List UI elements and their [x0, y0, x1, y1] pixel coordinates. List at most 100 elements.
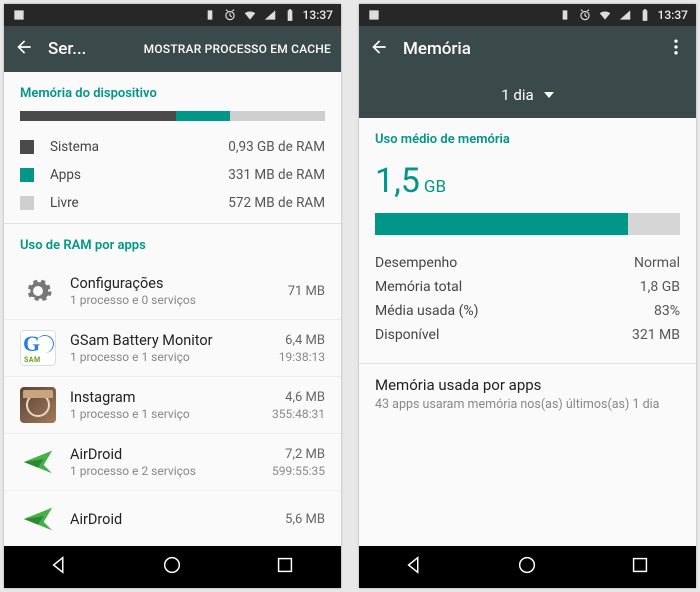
app-name: AirDroid — [70, 446, 272, 463]
signal-icon — [618, 8, 632, 22]
alarm-icon — [578, 8, 592, 22]
gear-icon — [20, 273, 56, 309]
app-name: AirDroid — [70, 511, 285, 528]
picture-icon — [367, 8, 381, 22]
stat-value: 83% — [654, 303, 680, 319]
memory-stats: Desempenho Normal Memória total 1,8 GB M… — [359, 251, 696, 357]
stat-row-avg: Média usada (%) 83% — [375, 299, 680, 323]
legend-label: Sistema — [50, 139, 99, 155]
app-row-airdroid-2[interactable]: AirDroid 5,6 MB — [4, 491, 341, 546]
picture-icon — [12, 8, 26, 22]
bar-segment-system — [20, 111, 176, 121]
legend-row-free: Livre 572 MB de RAM — [20, 189, 325, 217]
stat-label: Média usada (%) — [375, 303, 479, 319]
avg-value-number: 1,5 — [375, 161, 420, 201]
app-time-value: 19:38:13 — [279, 350, 325, 364]
avg-memory-header: Uso médio de memória — [359, 118, 696, 157]
status-time: 13:37 — [303, 8, 333, 22]
legend-value: 572 MB de RAM — [228, 195, 325, 211]
signal-icon — [263, 8, 277, 22]
page-title: Memória — [403, 39, 471, 59]
nav-home-icon[interactable] — [161, 554, 183, 580]
time-range-selector[interactable]: 1 dia — [359, 72, 696, 118]
app-row-gsam[interactable]: GSAM GSam Battery Monitor 1 processo e 1… — [4, 320, 341, 377]
app-mem-value: 7,2 MB — [272, 447, 325, 462]
battery-icon — [283, 8, 297, 22]
legend-value: 331 MB de RAM — [228, 167, 325, 183]
avg-memory-value: 1,5GB — [359, 157, 696, 203]
stat-row-performance: Desempenho Normal — [375, 251, 680, 275]
ram-usage-header: Uso de RAM por apps — [4, 224, 341, 263]
instagram-icon — [20, 387, 56, 423]
app-row-settings[interactable]: Configurações 1 processo e 0 serviços 71… — [4, 263, 341, 320]
app-sub: 1 processo e 1 serviço — [70, 407, 272, 421]
nav-back-icon[interactable] — [404, 554, 426, 580]
swatch-apps — [20, 168, 34, 182]
app-mem-value: 6,4 MB — [279, 333, 325, 348]
app-sub: 1 processo e 1 serviço — [70, 350, 279, 364]
app-list: Configurações 1 processo e 0 serviços 71… — [4, 263, 341, 546]
overflow-menu-icon[interactable] — [666, 37, 686, 61]
avg-usage-bar — [375, 213, 680, 235]
device-memory-header: Memória do dispositivo — [4, 72, 341, 111]
nav-bar — [359, 546, 696, 588]
app-name: Configurações — [70, 275, 288, 292]
app-row-airdroid[interactable]: AirDroid 1 processo e 2 serviços 7,2 MB … — [4, 434, 341, 491]
page-title: Ser... — [48, 39, 86, 59]
wifi-icon — [243, 8, 257, 22]
app-row-instagram[interactable]: Instagram 1 processo e 1 serviço 4,6 MB … — [4, 377, 341, 434]
phone-right-memory: 13:37 Memória 1 dia Uso médio de memória… — [359, 4, 696, 588]
status-bar: 13:37 — [4, 4, 341, 26]
nav-recent-icon[interactable] — [629, 554, 651, 580]
dropdown-arrow-icon — [544, 90, 554, 100]
stat-row-total: Memória total 1,8 GB — [375, 275, 680, 299]
time-range-label: 1 dia — [501, 86, 533, 104]
alarm-icon — [223, 8, 237, 22]
gsam-icon: GSAM — [20, 330, 56, 366]
memory-by-apps-row[interactable]: Memória usada por apps 43 apps usaram me… — [359, 363, 696, 424]
stat-row-available: Disponível 321 MB — [375, 323, 680, 347]
wifi-icon — [598, 8, 612, 22]
app-mem-value: 5,6 MB — [285, 512, 325, 527]
airdroid-icon — [20, 501, 56, 537]
cache-toggle-action[interactable]: MOSTRAR PROCESSO EM CACHE — [144, 42, 331, 56]
phone-left-services: 13:37 Ser... MOSTRAR PROCESSO EM CACHE M… — [4, 4, 341, 588]
nav-home-icon[interactable] — [516, 554, 538, 580]
nav-bar — [4, 546, 341, 588]
app-mem-value: 71 MB — [288, 284, 325, 299]
stat-value: 321 MB — [632, 327, 680, 343]
battery-icon — [638, 8, 652, 22]
avg-value-unit: GB — [424, 177, 446, 197]
app-sub: 1 processo e 2 serviços — [70, 464, 272, 478]
back-icon[interactable] — [369, 37, 389, 61]
app-mem-value: 4,6 MB — [272, 390, 325, 405]
nav-recent-icon[interactable] — [274, 554, 296, 580]
memory-by-apps-title: Memória usada por apps — [375, 376, 680, 394]
app-sub: 1 processo e 0 serviços — [70, 293, 288, 307]
memory-usage-bar — [20, 111, 325, 121]
back-icon[interactable] — [14, 37, 34, 61]
nav-back-icon[interactable] — [49, 554, 71, 580]
airdroid-icon — [20, 444, 56, 480]
swatch-system — [20, 140, 34, 154]
stat-label: Desempenho — [375, 255, 457, 271]
app-bar: Memória — [359, 26, 696, 72]
app-time-value: 355:48:31 — [272, 407, 325, 421]
legend-row-apps: Apps 331 MB de RAM — [20, 161, 325, 189]
legend-label: Apps — [50, 167, 81, 183]
swatch-free — [20, 196, 34, 210]
legend-label: Livre — [50, 195, 79, 211]
legend-row-system: Sistema 0,93 GB de RAM — [20, 133, 325, 161]
app-name: Instagram — [70, 389, 272, 406]
vibrate-icon — [558, 8, 572, 22]
app-time-value: 599:55:35 — [272, 464, 325, 478]
stat-label: Memória total — [375, 279, 462, 295]
stat-label: Disponível — [375, 327, 439, 343]
app-bar: Ser... MOSTRAR PROCESSO EM CACHE — [4, 26, 341, 72]
legend-value: 0,93 GB de RAM — [228, 139, 325, 155]
stat-value: 1,8 GB — [640, 279, 680, 295]
app-name: GSam Battery Monitor — [70, 332, 279, 349]
bar-segment-apps — [176, 111, 231, 121]
content-area: Memória do dispositivo Sistema 0,93 GB d… — [4, 72, 341, 546]
memory-by-apps-sub: 43 apps usaram memória nos(as) últimos(a… — [375, 397, 680, 412]
